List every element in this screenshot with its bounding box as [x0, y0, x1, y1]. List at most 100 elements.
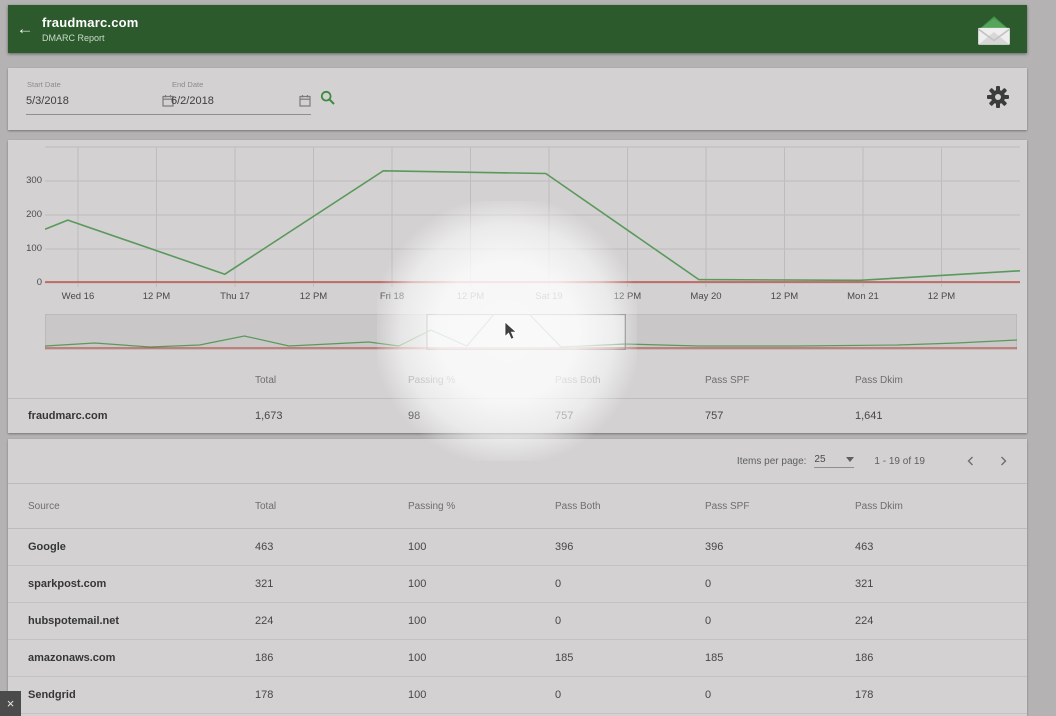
page-title: fraudmarc.com [42, 15, 139, 30]
x-axis-tick-label: 12 PM [300, 291, 327, 302]
summary-column-header: Passing % [408, 375, 555, 386]
chart-card: 0100200300 Wed 1612 PMThu 1712 PMFri 181… [8, 140, 1027, 433]
sources-card: Items per page: 25 1 - 19 of 19 SourceTo… [8, 439, 1027, 716]
table-row[interactable]: Sendgrid17810000178 [8, 677, 1027, 714]
sources-column-header: Pass SPF [705, 501, 855, 512]
summary-cell: 757 [705, 410, 855, 422]
source-name: amazonaws.com [28, 652, 255, 664]
x-axis-tick-label: Sat 19 [535, 291, 562, 302]
x-axis-tick-label: 12 PM [928, 291, 955, 302]
source-cell: 0 [555, 615, 705, 627]
source-cell: 321 [855, 578, 1027, 590]
source-cell: 321 [255, 578, 408, 590]
previous-page-button[interactable] [963, 453, 979, 469]
source-cell: 0 [555, 689, 705, 701]
sources-table: SourceTotalPassing %Pass BothPass SPFPas… [8, 484, 1027, 714]
end-date-value[interactable]: 6/2/2018 [171, 95, 214, 107]
source-cell: 224 [855, 615, 1027, 627]
x-axis-tick-label: 12 PM [143, 291, 170, 302]
summary-column-header: Total [255, 375, 408, 386]
source-cell: 396 [705, 541, 855, 553]
items-per-page-select[interactable]: 25 [814, 454, 854, 468]
x-axis-tick-label: May 20 [690, 291, 721, 302]
x-axis-tick-label: 12 PM [614, 291, 641, 302]
source-cell: 100 [408, 541, 555, 553]
source-cell: 0 [705, 689, 855, 701]
summary-column-header: Pass Dkim [855, 375, 1027, 386]
caret-down-icon [846, 457, 854, 462]
end-date-field[interactable]: End Date 6/2/2018 [171, 78, 311, 115]
source-name: Sendgrid [28, 689, 255, 701]
table-row[interactable]: amazonaws.com186100185185186 [8, 640, 1027, 677]
sources-column-header: Passing % [408, 501, 555, 512]
summary-cell: 1,641 [855, 410, 1027, 422]
sources-column-header: Pass Dkim [855, 501, 1027, 512]
close-overlay-button[interactable]: × [0, 691, 21, 716]
dmarc-volume-line-chart [45, 143, 1020, 291]
source-cell: 178 [855, 689, 1027, 701]
summary-domain-name: fraudmarc.com [28, 410, 255, 422]
source-name: sparkpost.com [28, 578, 255, 590]
summary-column-header: Pass Both [555, 375, 705, 386]
source-cell: 0 [555, 578, 705, 590]
source-cell: 100 [408, 578, 555, 590]
start-date-field[interactable]: Start Date 5/3/2018 [26, 78, 174, 115]
page-subtitle: DMARC Report [42, 33, 139, 43]
table-row[interactable]: sparkpost.com32110000321 [8, 566, 1027, 603]
x-axis-tick-label: Wed 16 [62, 291, 95, 302]
source-cell: 0 [705, 615, 855, 627]
source-cell: 0 [705, 578, 855, 590]
domain-summary-table: TotalPassing %Pass BothPass SPFPass Dkim… [8, 362, 1027, 433]
table-row[interactable]: Google463100396396463 [8, 529, 1027, 566]
x-axis-tick-label: 12 PM [771, 291, 798, 302]
page-range-label: 1 - 19 of 19 [874, 456, 925, 467]
sources-header-row: SourceTotalPassing %Pass BothPass SPFPas… [8, 484, 1027, 529]
summary-header-row: TotalPassing %Pass BothPass SPFPass Dkim [8, 362, 1027, 399]
back-button[interactable]: ← [8, 19, 42, 39]
source-cell: 186 [255, 652, 408, 664]
summary-column-header: Pass SPF [705, 375, 855, 386]
source-cell: 100 [408, 652, 555, 664]
summary-cell: 1,673 [255, 410, 408, 422]
x-axis-tick-label: Thu 17 [220, 291, 250, 302]
start-date-value[interactable]: 5/3/2018 [26, 95, 69, 107]
source-cell: 463 [255, 541, 408, 553]
source-cell: 185 [555, 652, 705, 664]
source-cell: 396 [555, 541, 705, 553]
app-header: ← fraudmarc.com DMARC Report [8, 5, 1027, 53]
summary-cell: 757 [555, 410, 705, 422]
y-axis-tick-label: 200 [12, 209, 42, 220]
x-axis-tick-label: Mon 21 [847, 291, 879, 302]
source-name: Google [28, 541, 255, 553]
sources-column-header: Pass Both [555, 501, 705, 512]
source-cell: 186 [855, 652, 1027, 664]
summary-row: fraudmarc.com1,673987577571,641 [8, 399, 1027, 433]
open-envelope-logo-icon [975, 15, 1013, 47]
next-page-button[interactable] [995, 453, 1011, 469]
x-axis-tick-label: 12 PM [457, 291, 484, 302]
source-cell: 185 [705, 652, 855, 664]
search-icon[interactable] [320, 90, 336, 106]
chart-range-brush[interactable] [45, 314, 1017, 350]
source-cell: 100 [408, 689, 555, 701]
chevron-left-icon [965, 455, 977, 467]
calendar-icon[interactable] [299, 94, 311, 107]
chevron-right-icon [997, 455, 1009, 467]
end-date-label: End Date [172, 80, 311, 89]
date-filter-card: Start Date 5/3/2018 End Date 6/2/2018 [8, 68, 1027, 130]
items-per-page-value: 25 [814, 454, 825, 465]
source-cell: 224 [255, 615, 408, 627]
start-date-label: Start Date [27, 80, 174, 89]
items-per-page-label: Items per page: [737, 456, 806, 467]
mouse-cursor [504, 321, 520, 341]
source-column-header: Source [28, 501, 255, 512]
source-name: hubspotemail.net [28, 615, 255, 627]
y-axis-tick-label: 300 [12, 175, 42, 186]
x-axis-tick-label: Fri 18 [380, 291, 404, 302]
sources-column-header: Total [255, 501, 408, 512]
table-row[interactable]: hubspotemail.net22410000224 [8, 603, 1027, 640]
paginator: Items per page: 25 1 - 19 of 19 [8, 439, 1027, 484]
gear-icon[interactable] [986, 85, 1010, 109]
y-axis-tick-label: 0 [12, 277, 42, 288]
summary-cell: 98 [408, 410, 555, 422]
